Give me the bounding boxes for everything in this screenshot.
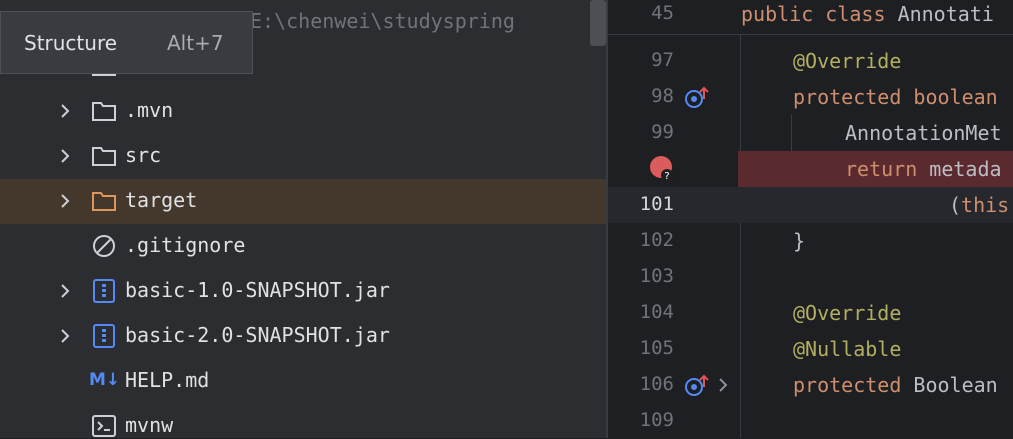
ignore-file-icon (93, 235, 115, 257)
fold-chevron-icon[interactable] (716, 377, 730, 393)
code-line-101[interactable]: 101 (this (608, 187, 1013, 223)
code-line-102[interactable]: 102 } (608, 223, 1013, 259)
code-text: @Nullable (793, 337, 902, 361)
code-line-104[interactable]: 104 @Override (608, 295, 1013, 331)
code-line-109[interactable]: 109 (608, 403, 1013, 439)
code-text: protected Boolean (793, 373, 998, 397)
code-line-99[interactable]: 99 AnnotationMet (608, 115, 1013, 151)
folder-orange-icon (92, 192, 116, 211)
structure-tooltip: Structure Alt+7 (0, 11, 253, 74)
chevron-right-icon[interactable] (56, 282, 74, 300)
chevron-right-icon[interactable] (56, 327, 74, 345)
code-text: (this (949, 193, 1010, 217)
code-line-103[interactable]: 103 (608, 259, 1013, 295)
tree-item-help-md[interactable]: M↓ HELP.md (0, 359, 606, 404)
line-number: 101 (639, 193, 674, 215)
tree-item-label: target (125, 188, 198, 212)
line-number: 45 (651, 2, 674, 24)
code-text: @Override (793, 49, 902, 73)
line-number: 104 (639, 301, 674, 323)
line-number: 105 (639, 337, 674, 359)
folder-icon (92, 102, 116, 121)
code-line-98[interactable]: 98 protected boolean (608, 79, 1013, 115)
tree-item-label: mvnw (125, 413, 174, 437)
line-number: 102 (639, 229, 674, 251)
project-root-path: E:\chenwei\studyspring (250, 9, 515, 33)
line-number: 97 (651, 49, 674, 71)
svg-text:?: ? (664, 171, 669, 182)
chevron-right-icon[interactable] (56, 192, 74, 210)
tree-item-label: .gitignore (125, 233, 246, 257)
tree-item-label: basic-2.0-SNAPSHOT.jar (125, 323, 390, 347)
tooltip-label: Structure (24, 31, 118, 55)
tree-item-mvnw[interactable]: mvnw (0, 404, 606, 438)
tree-item-src[interactable]: src (0, 134, 606, 179)
line-number: 99 (651, 121, 674, 143)
line-number: 98 (651, 85, 674, 107)
folder-icon (92, 147, 116, 166)
tree-item-label: src (125, 143, 162, 167)
tree-item-label: HELP.md (125, 368, 210, 392)
tree-item-jar-2[interactable]: basic-2.0-SNAPSHOT.jar (0, 314, 606, 359)
sticky-code: public class Annotati (741, 2, 994, 26)
jar-icon (93, 279, 115, 303)
breakpoint-icon[interactable]: ? (649, 155, 675, 183)
code-line-105[interactable]: 105 @Nullable (608, 331, 1013, 367)
code-line-97[interactable]: 97 @Override (608, 43, 1013, 79)
terminal-icon (92, 415, 116, 437)
chevron-right-icon[interactable] (56, 147, 74, 165)
tree-item-target[interactable]: target (0, 179, 606, 224)
tree-item-mvn[interactable]: .mvn (0, 89, 606, 134)
overrides-method-icon[interactable] (684, 85, 710, 109)
code-text: protected boolean (793, 85, 998, 109)
sticky-header[interactable]: 45 public class Annotati (608, 0, 1013, 35)
overrides-method-icon[interactable] (684, 373, 710, 397)
code-line-106[interactable]: 106 protected Boolean (608, 367, 1013, 403)
jar-icon (93, 324, 115, 348)
line-number: 106 (639, 373, 674, 395)
project-scrollbar[interactable] (590, 0, 606, 46)
project-tool-window: E:\chenwei\studyspring .mvn src target .… (0, 0, 606, 438)
tree-item-jar-1[interactable]: basic-1.0-SNAPSHOT.jar (0, 269, 606, 314)
code-text: return metada (845, 157, 1002, 181)
code-text: AnnotationMet (845, 121, 1002, 145)
tooltip-shortcut: Alt+7 (167, 31, 224, 55)
markdown-icon: M↓ (89, 370, 121, 390)
code-text: @Override (793, 301, 902, 325)
chevron-right-icon[interactable] (56, 102, 74, 120)
code-line-100[interactable]: ? return metada (608, 151, 1013, 187)
line-number: 109 (639, 409, 674, 431)
tree-item-gitignore[interactable]: .gitignore (0, 224, 606, 269)
code-text: } (793, 229, 806, 253)
line-number: 103 (639, 265, 674, 287)
tree-item-label: basic-1.0-SNAPSHOT.jar (125, 278, 390, 302)
tree-item-label: .mvn (125, 98, 174, 122)
